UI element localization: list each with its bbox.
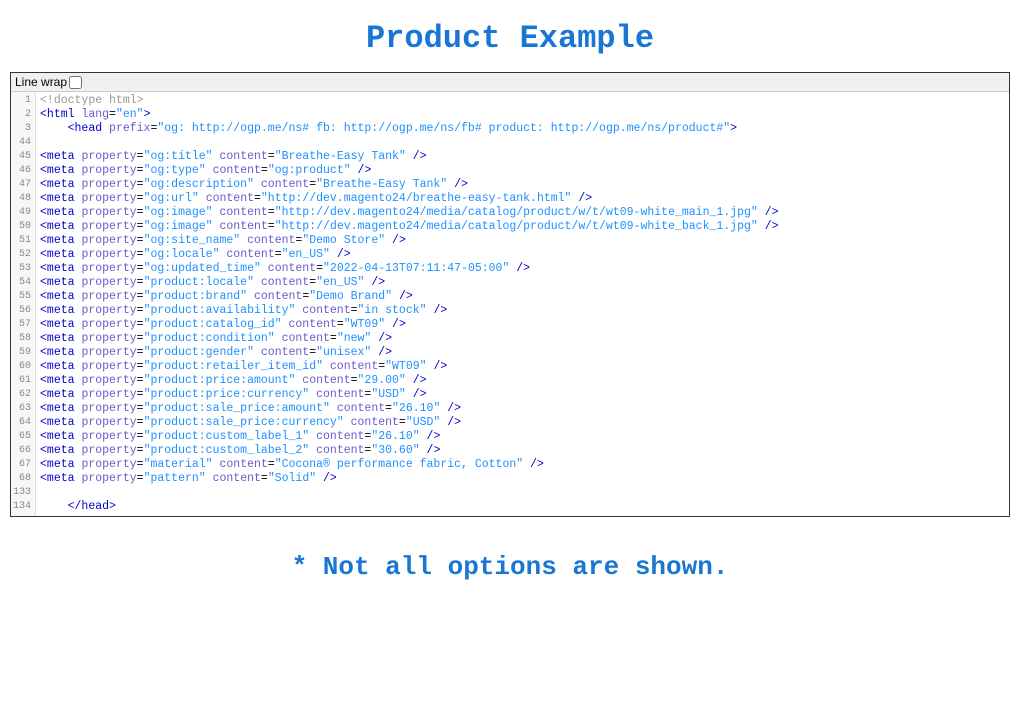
line-number: 50 <box>13 220 31 234</box>
line-number: 60 <box>13 360 31 374</box>
linewrap-label: Line wrap <box>15 75 67 89</box>
code-line: <meta property="pattern" content="Solid"… <box>40 472 1005 486</box>
code-line: <meta property="product:price:currency" … <box>40 388 1005 402</box>
line-number: 46 <box>13 164 31 178</box>
code-line: <meta property="product:condition" conte… <box>40 332 1005 346</box>
footnote: * Not all options are shown. <box>0 552 1020 582</box>
line-number: 56 <box>13 304 31 318</box>
code-line: <meta property="product:catalog_id" cont… <box>40 318 1005 332</box>
code-line: <meta property="product:locale" content=… <box>40 276 1005 290</box>
page-title: Product Example <box>0 20 1020 57</box>
code-line: <meta property="og:image" content="http:… <box>40 220 1005 234</box>
code-line: <meta property="product:custom_label_1" … <box>40 430 1005 444</box>
code-line: <meta property="product:price:amount" co… <box>40 374 1005 388</box>
code-line: <meta property="og:image" content="http:… <box>40 206 1005 220</box>
code-line: <meta property="og:locale" content="en_U… <box>40 248 1005 262</box>
code-line: <meta property="product:sale_price:amoun… <box>40 402 1005 416</box>
line-number: 57 <box>13 318 31 332</box>
code-line: <meta property="product:availability" co… <box>40 304 1005 318</box>
code-line: <meta property="product:gender" content=… <box>40 346 1005 360</box>
code-line: <html lang="en"> <box>40 108 1005 122</box>
line-number: 1 <box>13 94 31 108</box>
line-number: 63 <box>13 402 31 416</box>
line-number: 44 <box>13 136 31 150</box>
code-line: <head prefix="og: http://ogp.me/ns# fb: … <box>40 122 1005 136</box>
line-number: 45 <box>13 150 31 164</box>
line-number: 51 <box>13 234 31 248</box>
code-line <box>40 486 1005 500</box>
line-number: 66 <box>13 444 31 458</box>
code-line: <meta property="material" content="Cocon… <box>40 458 1005 472</box>
code-line: <meta property="og:updated_time" content… <box>40 262 1005 276</box>
code-area: 1234445464748495051525354555657585960616… <box>11 92 1009 516</box>
line-number: 67 <box>13 458 31 472</box>
code-line: <!doctype html> <box>40 94 1005 108</box>
code-line: <meta property="product:retailer_item_id… <box>40 360 1005 374</box>
line-number: 47 <box>13 178 31 192</box>
code-line: <meta property="og:description" content=… <box>40 178 1005 192</box>
line-number-gutter: 1234445464748495051525354555657585960616… <box>11 92 36 516</box>
line-number: 62 <box>13 388 31 402</box>
code-line: </head> <box>40 500 1005 514</box>
code-line: <meta property="og:type" content="og:pro… <box>40 164 1005 178</box>
code-line: <meta property="product:custom_label_2" … <box>40 444 1005 458</box>
line-number: 58 <box>13 332 31 346</box>
line-number: 52 <box>13 248 31 262</box>
line-number: 54 <box>13 276 31 290</box>
line-number: 49 <box>13 206 31 220</box>
line-number: 53 <box>13 262 31 276</box>
code-line: <meta property="og:title" content="Breat… <box>40 150 1005 164</box>
code-line: <meta property="product:sale_price:curre… <box>40 416 1005 430</box>
code-toolbar: Line wrap <box>11 73 1009 92</box>
code-viewer: Line wrap 123444546474849505152535455565… <box>10 72 1010 517</box>
code-content: <!doctype html><html lang="en"> <head pr… <box>36 92 1009 516</box>
line-number: 61 <box>13 374 31 388</box>
line-number: 65 <box>13 430 31 444</box>
line-number: 2 <box>13 108 31 122</box>
line-number: 64 <box>13 416 31 430</box>
code-line <box>40 136 1005 150</box>
code-line: <meta property="og:url" content="http://… <box>40 192 1005 206</box>
line-number: 68 <box>13 472 31 486</box>
linewrap-checkbox[interactable] <box>69 76 82 89</box>
line-number: 59 <box>13 346 31 360</box>
line-number: 48 <box>13 192 31 206</box>
code-line: <meta property="product:brand" content="… <box>40 290 1005 304</box>
line-number: 133 <box>13 486 31 500</box>
line-number: 3 <box>13 122 31 136</box>
line-number: 55 <box>13 290 31 304</box>
code-line: <meta property="og:site_name" content="D… <box>40 234 1005 248</box>
line-number: 134 <box>13 500 31 514</box>
